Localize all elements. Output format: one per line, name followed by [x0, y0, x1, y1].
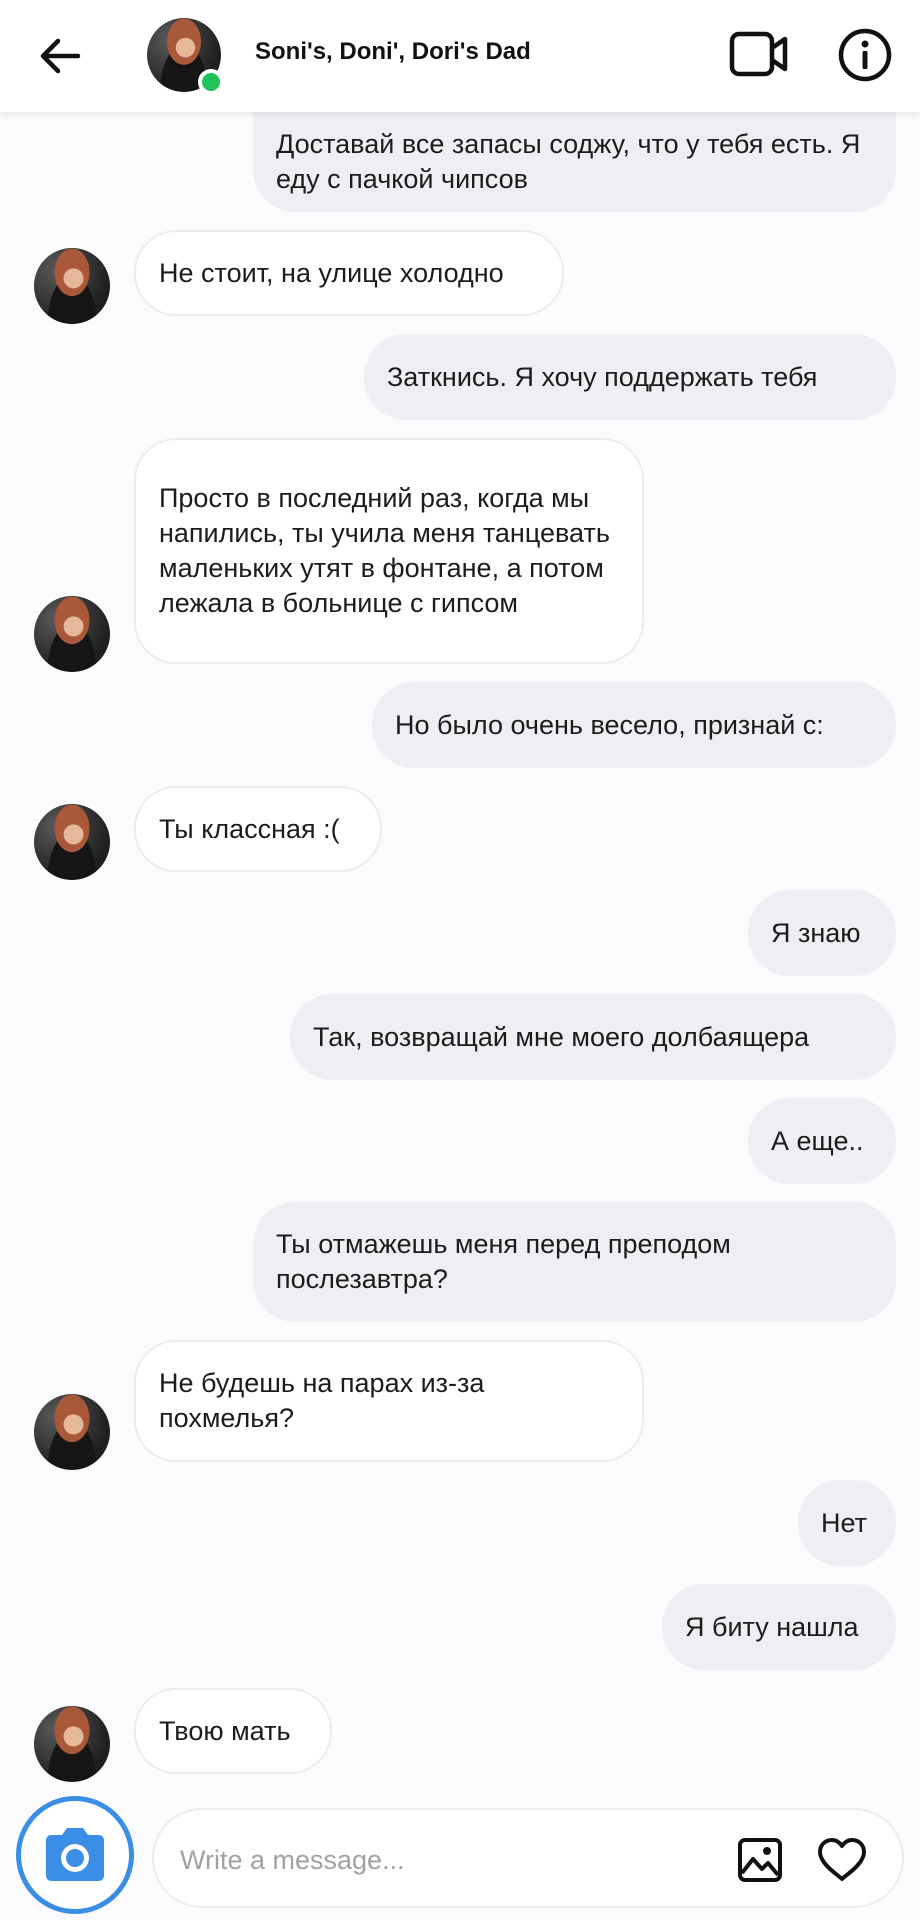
message-bubble-incoming[interactable]: Не стоит, на улице холодно: [134, 230, 564, 316]
camera-icon: [46, 1828, 104, 1881]
message-bubble-outgoing[interactable]: Так, возвращай мне моего долбаящера: [290, 994, 896, 1080]
video-camera-icon: [729, 31, 788, 77]
message-text: Не стоит, на улице холодно: [159, 257, 504, 288]
message-text: Ты отмажешь меня перед преподом послезав…: [276, 1229, 731, 1294]
message-bubble-outgoing[interactable]: Заткнись. Я хочу поддержать тебя: [364, 334, 896, 420]
message-bubble-outgoing[interactable]: Я знаю: [748, 890, 896, 976]
chat-header: Soni's, Doni', Dori's Dad: [0, 0, 920, 112]
message-text: Просто в последний раз, когда мы напилис…: [159, 483, 610, 618]
like-button[interactable]: [814, 1834, 870, 1886]
message-bubble-outgoing[interactable]: Но было очень весело, признай с:: [372, 682, 896, 768]
message-bubble-outgoing[interactable]: Нет: [798, 1480, 896, 1566]
message-thread[interactable]: Доставай все запасы соджу, что у тебя ес…: [0, 0, 920, 1790]
info-button[interactable]: [836, 26, 894, 84]
message-text: Нет: [821, 1507, 867, 1538]
image-icon: [738, 1838, 782, 1882]
arrow-left-icon: [40, 38, 81, 74]
message-text: Заткнись. Я хочу поддержать тебя: [387, 361, 818, 392]
message-text: А еще..: [771, 1125, 864, 1156]
message-text: Я биту нашла: [685, 1611, 859, 1642]
message-bubble-outgoing[interactable]: Я биту нашла: [662, 1584, 896, 1670]
heart-icon: [818, 1838, 866, 1881]
message-bubble-incoming[interactable]: Твою мать: [134, 1688, 332, 1774]
message-input[interactable]: [180, 1840, 700, 1880]
info-icon: [838, 28, 892, 82]
contact-avatar[interactable]: [34, 1706, 110, 1782]
chat-avatar[interactable]: [147, 18, 224, 95]
contact-avatar[interactable]: [34, 596, 110, 672]
message-text: Но было очень весело, признай с:: [395, 709, 824, 740]
message-text: Не будешь на парах из-за похмелья?: [159, 1368, 485, 1433]
back-button[interactable]: [34, 30, 86, 82]
contact-avatar[interactable]: [34, 804, 110, 880]
contact-avatar[interactable]: [34, 1394, 110, 1470]
message-text: Твою мать: [159, 1715, 291, 1746]
message-bubble-outgoing[interactable]: Ты отмажешь меня перед преподом послезав…: [253, 1202, 896, 1322]
message-bubble-outgoing[interactable]: Доставай все запасы соджу, что у тебя ес…: [253, 108, 896, 212]
message-bubble-outgoing[interactable]: А еще..: [748, 1098, 896, 1184]
message-text: Доставай все запасы соджу, что у тебя ес…: [276, 129, 861, 194]
message-bubble-incoming[interactable]: Ты классная :(: [134, 786, 382, 872]
message-bubble-incoming[interactable]: Не будешь на парах из-за похмелья?: [134, 1340, 644, 1462]
online-status-dot: [198, 69, 224, 95]
message-input-container[interactable]: [152, 1808, 904, 1908]
contact-avatar[interactable]: [34, 248, 110, 324]
message-text: Так, возвращай мне моего долбаящера: [313, 1021, 810, 1052]
message-composer: [0, 1790, 920, 1920]
message-bubble-incoming[interactable]: Просто в последний раз, когда мы напилис…: [134, 438, 644, 664]
video-call-button[interactable]: [728, 26, 790, 82]
chat-title[interactable]: Soni's, Doni', Dori's Dad: [255, 38, 531, 66]
camera-button[interactable]: [16, 1796, 134, 1914]
message-text: Ты классная :(: [159, 813, 340, 844]
message-text: Я знаю: [771, 917, 861, 948]
gallery-button[interactable]: [734, 1834, 786, 1886]
